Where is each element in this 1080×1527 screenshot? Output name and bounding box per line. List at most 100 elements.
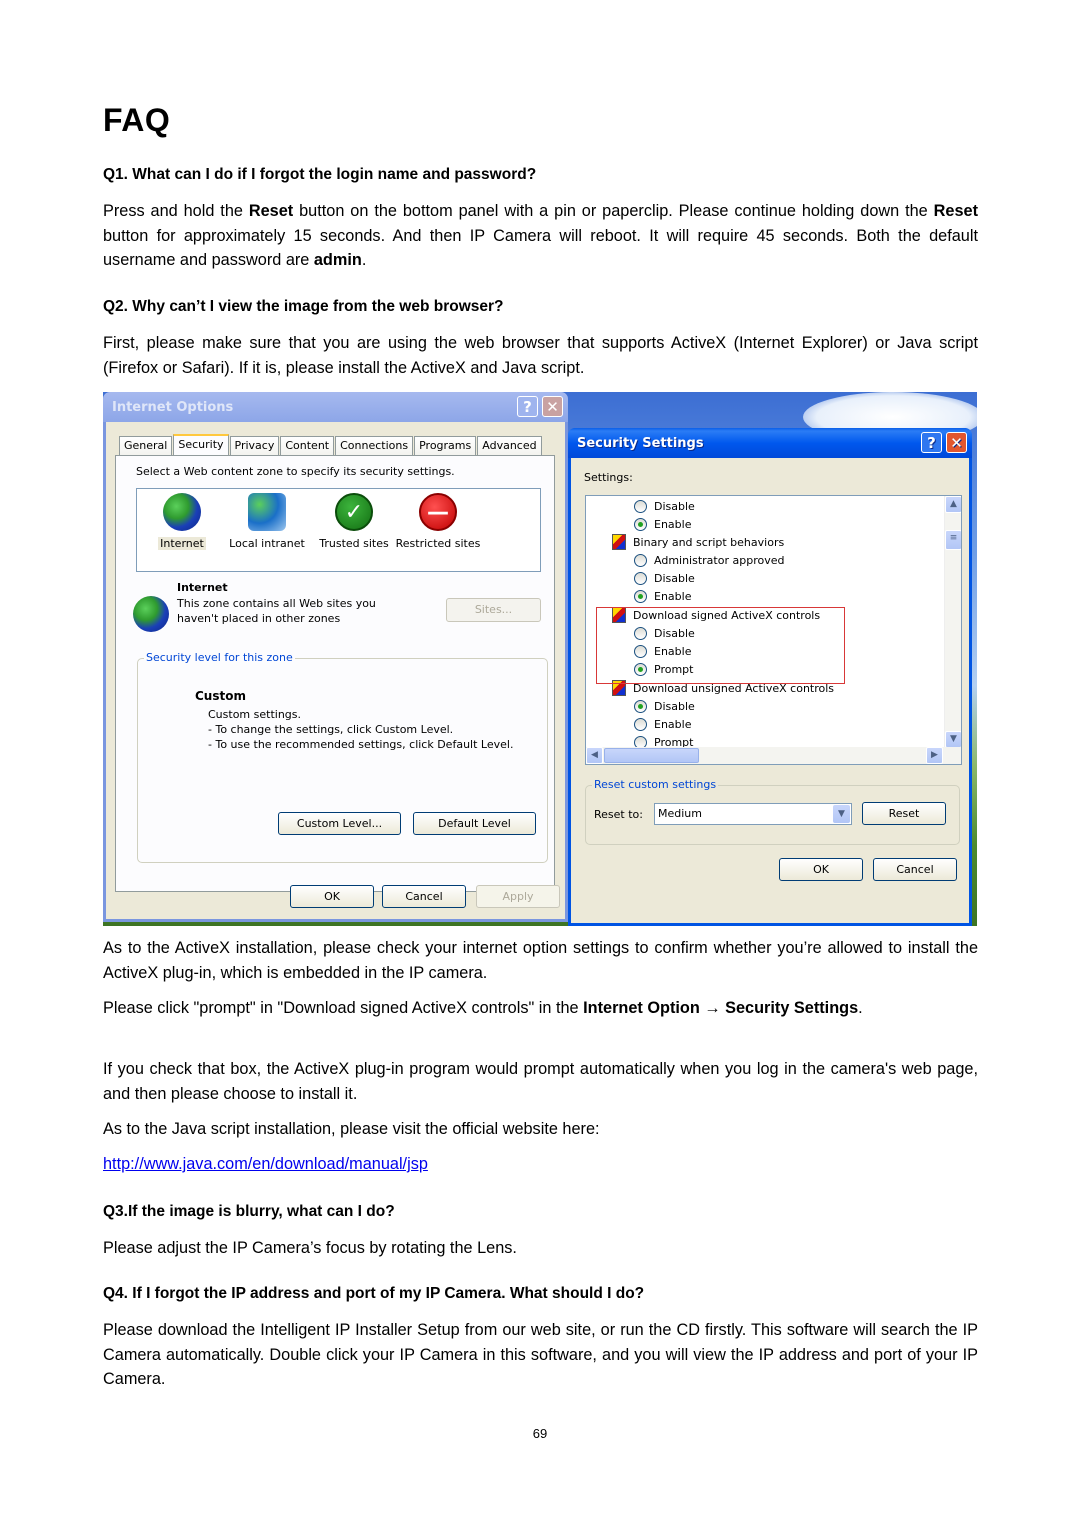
text: button for approximately 15 seconds. And… — [103, 226, 978, 270]
q4-answer: Please download the Intelligent IP Insta… — [103, 1321, 978, 1388]
settings-list[interactable]: Disable Enable Binary and script behavio… — [585, 495, 962, 765]
zone-title: Internet — [177, 581, 228, 594]
scroll-up-icon[interactable]: ▲ — [945, 496, 961, 513]
option-label: Administrator approved — [654, 553, 785, 567]
security-level-group: Security level for this zone Custom Cust… — [137, 651, 548, 863]
zone-local-intranet[interactable]: Local intranet — [222, 493, 312, 550]
java-link-row: http://www.java.com/en/download/manual/j… — [103, 1152, 978, 1177]
para-java: As to the Java script installation, plea… — [103, 1120, 600, 1138]
internet-options-titlebar: Internet Options ? ✕ — [103, 392, 568, 422]
text-bold: Internet Option → Security Settings — [583, 999, 859, 1017]
horizontal-scrollbar[interactable]: ◀ ▶ — [586, 747, 961, 764]
ok-button[interactable]: OK — [290, 885, 374, 908]
tab-privacy[interactable]: Privacy — [229, 436, 280, 455]
q1-heading: Q1. What can I do if I forgot the login … — [103, 166, 537, 183]
radio-disable[interactable]: Disable — [634, 497, 695, 515]
level-desc-3: - To use the recommended settings, click… — [208, 738, 514, 751]
tab-programs[interactable]: Programs — [414, 436, 477, 455]
chevron-down-icon[interactable]: ▼ — [833, 805, 850, 823]
level-name: Custom — [195, 689, 246, 703]
custom-level-button[interactable]: Custom Level... — [278, 812, 401, 835]
zone-label: Trusted sites — [319, 537, 389, 550]
cancel-button[interactable]: Cancel — [873, 858, 957, 881]
text: button on the bottom panel with a pin or… — [293, 202, 934, 220]
scroll-down-icon[interactable]: ▼ — [945, 731, 961, 748]
close-icon[interactable]: ✕ — [542, 396, 563, 417]
tab-content[interactable]: Content — [280, 436, 335, 455]
reset-to-label: Reset to: — [594, 808, 643, 821]
tab-connections[interactable]: Connections — [335, 436, 414, 455]
checkmark-icon: ✓ — [335, 493, 373, 531]
settings-label: Settings: — [584, 471, 633, 484]
text-bold: Reset — [248, 202, 294, 220]
zone-desc-2: haven't placed in other zones — [177, 612, 341, 625]
java-download-link[interactable]: http://www.java.com/en/download/manual/j… — [103, 1155, 428, 1173]
q2-answer: First, please make sure that you are usi… — [103, 334, 978, 377]
option-label: Enable — [654, 717, 692, 731]
page-number: 69 — [532, 1426, 548, 1441]
radio-icon — [634, 717, 647, 731]
radio-admin-approved[interactable]: Administrator approved — [634, 551, 784, 569]
scroll-left-icon[interactable]: ◀ — [586, 747, 603, 764]
zone-internet[interactable]: Internet — [137, 493, 227, 550]
sites-button[interactable]: Sites... — [446, 598, 541, 622]
close-icon[interactable]: ✕ — [946, 432, 967, 453]
help-icon[interactable]: ? — [921, 432, 942, 453]
zone-label: Internet — [158, 537, 206, 550]
security-settings-window: Security Settings ? ✕ Settings: Disable … — [568, 428, 972, 926]
scroll-right-icon[interactable]: ▶ — [926, 747, 943, 764]
option-label: Disable — [654, 699, 695, 713]
radio-checked-icon — [634, 699, 647, 713]
radio-enable[interactable]: Enable — [634, 715, 691, 733]
radio-icon — [634, 571, 647, 585]
reset-button[interactable]: Reset — [862, 802, 946, 825]
option-label: Enable — [654, 517, 692, 531]
reset-legend: Reset custom settings — [592, 778, 719, 791]
security-level-legend: Security level for this zone — [144, 651, 295, 664]
screenshot-internet-options: Internet Options ? ✕ General Security Pr… — [103, 392, 977, 926]
zone-list: Internet Local intranet ✓ Trusted sites … — [136, 488, 541, 572]
option-label: Enable — [654, 589, 692, 603]
highlight-box — [596, 607, 845, 684]
level-desc-2: - To change the settings, click Custom L… — [208, 723, 454, 736]
vertical-scrollbar[interactable]: ▲ ≡ ▼ — [944, 496, 961, 748]
q3-answer: Please adjust the IP Camera’s focus by r… — [103, 1239, 517, 1257]
internet-options-window: Internet Options ? ✕ General Security Pr… — [103, 392, 568, 922]
scroll-thumb[interactable]: ≡ — [945, 530, 961, 550]
no-entry-icon: — — [419, 493, 457, 531]
reset-to-select[interactable]: Medium ▼ — [654, 803, 852, 825]
intranet-icon — [248, 493, 286, 531]
scroll-thumb[interactable] — [604, 748, 699, 763]
radio-enable[interactable]: Enable — [634, 587, 691, 605]
cancel-button[interactable]: Cancel — [382, 885, 466, 908]
tab-security[interactable]: Security — [173, 434, 229, 456]
radio-enable[interactable]: Enable — [634, 515, 691, 533]
option-label: Disable — [654, 571, 695, 585]
help-icon[interactable]: ? — [517, 396, 538, 417]
radio-checked-icon — [634, 517, 647, 531]
level-desc-1: Custom settings. — [208, 708, 302, 721]
globe-icon — [163, 493, 201, 531]
text-bold: admin — [313, 251, 362, 269]
radio-disable[interactable]: Disable — [634, 697, 695, 715]
radio-disable[interactable]: Disable — [634, 569, 695, 587]
option-label: Disable — [654, 499, 695, 513]
zone-trusted-sites[interactable]: ✓ Trusted sites — [309, 493, 399, 550]
radio-icon — [634, 553, 647, 567]
para-check: If you check that box, the ActiveX plug-… — [103, 1060, 978, 1103]
text: Press and hold the — [103, 202, 249, 220]
heading-label: Binary and script behaviors — [633, 535, 785, 549]
zone-desc-1: This zone contains all Web sites you — [177, 597, 376, 610]
default-level-button[interactable]: Default Level — [413, 812, 536, 835]
q3-heading: Q3.If the image is blurry, what can I do… — [103, 1203, 395, 1220]
para-prompt: Please click "prompt" in "Download signe… — [103, 996, 978, 1021]
text: . — [858, 999, 863, 1017]
tab-general[interactable]: General — [119, 436, 173, 455]
ok-button[interactable]: OK — [779, 858, 863, 881]
globe-icon — [133, 596, 169, 632]
apply-button[interactable]: Apply — [476, 885, 560, 908]
tab-advanced[interactable]: Advanced — [477, 436, 542, 455]
q4-heading: Q4. If I forgot the IP address and port … — [103, 1285, 645, 1302]
zone-restricted-sites[interactable]: — Restricted sites — [395, 493, 481, 550]
security-settings-body: Settings: Disable Enable Binary and scri… — [571, 458, 969, 923]
